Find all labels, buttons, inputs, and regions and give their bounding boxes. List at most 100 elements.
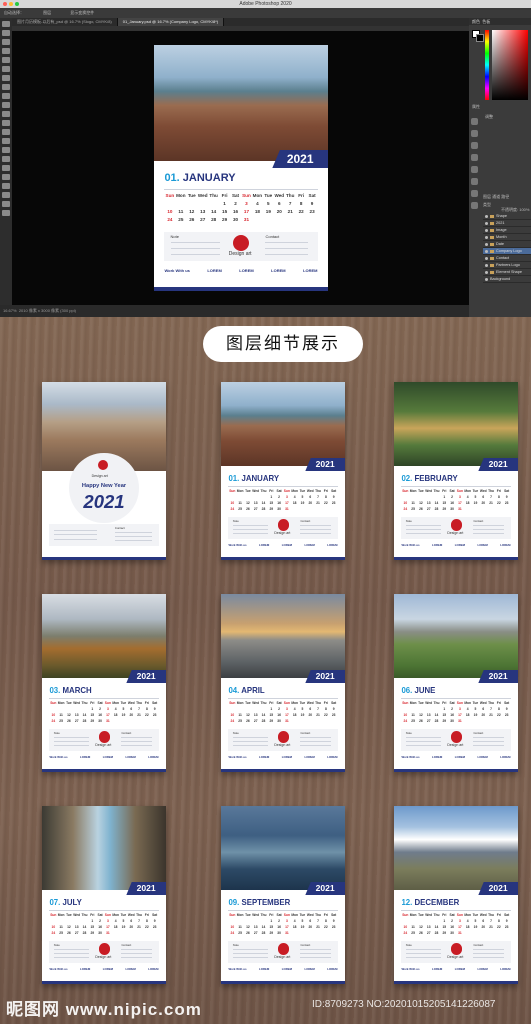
- eye-icon[interactable]: [485, 249, 488, 253]
- zoom-tool-icon[interactable]: [2, 201, 10, 207]
- move-tool-icon[interactable]: [2, 21, 10, 27]
- weekday-label: Sat: [97, 912, 103, 917]
- date-cell: 2: [451, 494, 453, 499]
- stamp-tool-icon[interactable]: [2, 102, 10, 108]
- minimize-icon[interactable]: [9, 2, 13, 6]
- healing-tool-icon[interactable]: [2, 84, 10, 90]
- marquee-tool-icon[interactable]: [2, 30, 10, 36]
- eyedropper-tool-icon[interactable]: [2, 75, 10, 81]
- layer-row[interactable]: Month: [483, 234, 531, 241]
- history-brush-tool-icon[interactable]: [2, 111, 10, 117]
- blur-tool-icon[interactable]: [2, 138, 10, 144]
- partner-logo: LOREM: [125, 755, 136, 760]
- contact-line: [114, 540, 152, 542]
- color-field[interactable]: [492, 30, 528, 100]
- path-select-tool-icon[interactable]: [2, 174, 10, 180]
- tab-paths[interactable]: 路径: [501, 194, 509, 199]
- layer-row[interactable]: Image: [483, 227, 531, 234]
- date-cell: 30: [232, 216, 239, 222]
- date-cell: 21: [137, 925, 141, 930]
- brush-tool-icon[interactable]: [2, 93, 10, 99]
- layer-row[interactable]: Partners Logo: [483, 262, 531, 269]
- option-show-transform[interactable]: 显示变换控件: [70, 10, 94, 15]
- eraser-tool-icon[interactable]: [2, 120, 10, 126]
- layer-row[interactable]: Date: [483, 241, 531, 248]
- document-canvas[interactable]: 2021 01. JANUARY Sun Mon Tue Wed Thu Fri Sat Sun M…: [12, 31, 469, 305]
- dodge-tool-icon[interactable]: [2, 147, 10, 153]
- shape-tool-icon[interactable]: [2, 183, 10, 189]
- date-cell: 3: [285, 918, 288, 923]
- date-cell: 15: [269, 925, 274, 930]
- brand-name: Design art: [274, 954, 291, 959]
- eye-icon[interactable]: [485, 235, 488, 239]
- contact-label: Contact: [121, 942, 132, 947]
- more-tool-icon[interactable]: [2, 210, 10, 216]
- month-name: SEPTEMBER: [241, 897, 291, 907]
- eye-icon[interactable]: [485, 256, 488, 260]
- contact-line: [121, 953, 152, 954]
- tab-swatches[interactable]: 色板: [482, 19, 490, 24]
- eye-icon[interactable]: [485, 270, 488, 274]
- tab-document-1[interactable]: 图片月历模板-以后有_psd @ 16.7% (Slogo, CMYK/8): [12, 18, 118, 26]
- note-contact-box: Note Design art Contact: [228, 941, 338, 963]
- layer-row[interactable]: Company Logo: [483, 248, 531, 255]
- styles-icon[interactable]: [471, 178, 478, 185]
- character-icon[interactable]: [471, 142, 478, 149]
- date-cell: 23: [152, 713, 157, 718]
- window-controls[interactable]: [3, 2, 19, 6]
- date-cell: 11: [238, 925, 242, 930]
- layer-row[interactable]: Element Shape: [483, 269, 531, 276]
- info-icon[interactable]: [471, 190, 478, 197]
- weekday-label: Sat: [449, 912, 455, 917]
- eye-icon[interactable]: [485, 228, 488, 232]
- option-layer[interactable]: 图层: [43, 10, 51, 15]
- eye-icon[interactable]: [485, 242, 488, 246]
- layer-row[interactable]: Contact: [483, 255, 531, 262]
- layer-row[interactable]: 2021: [483, 220, 531, 227]
- pen-tool-icon[interactable]: [2, 156, 10, 162]
- date-cell: 9: [505, 494, 508, 499]
- tab-channels[interactable]: 通道: [492, 194, 500, 199]
- eye-icon[interactable]: [485, 277, 488, 281]
- type-tool-icon[interactable]: [2, 165, 10, 171]
- calendar-artboard[interactable]: 2021 01. JANUARY Sun Mon Tue Wed Thu Fri Sat Sun M…: [154, 45, 328, 291]
- date-cell: 10: [403, 501, 408, 506]
- close-icon[interactable]: [3, 2, 7, 6]
- brush-icon[interactable]: [471, 130, 478, 137]
- eye-icon[interactable]: [485, 263, 488, 267]
- adjustments-tab[interactable]: 调整: [485, 114, 493, 120]
- date-cell: 29: [442, 931, 447, 936]
- zoom-icon[interactable]: [15, 2, 19, 6]
- color-panel-tabs[interactable]: 颜色 色板: [469, 18, 531, 25]
- eye-icon[interactable]: [485, 221, 488, 225]
- hue-slider[interactable]: [485, 30, 489, 100]
- adjust-icon[interactable]: [471, 166, 478, 173]
- option-auto-select[interactable]: 自动选择：: [4, 10, 24, 15]
- weekday-label: Wed: [306, 488, 314, 493]
- hand-tool-icon[interactable]: [2, 192, 10, 198]
- glyphs-icon[interactable]: [471, 202, 478, 209]
- layer-filter[interactable]: 类型: [483, 202, 491, 208]
- frame-tool-icon[interactable]: [2, 66, 10, 72]
- gradient-tool-icon[interactable]: [2, 129, 10, 135]
- eye-icon[interactable]: [485, 214, 488, 218]
- folder-icon: [490, 221, 494, 225]
- date-cell: 19: [473, 925, 478, 930]
- tab-layers[interactable]: 图层: [483, 194, 491, 199]
- lasso-tool-icon[interactable]: [2, 39, 10, 45]
- tab-document-2[interactable]: 01_January.psd @ 16.7% (Company Logo, CM…: [117, 18, 225, 26]
- brand-name: Design art: [447, 530, 464, 535]
- folder-icon: [490, 256, 494, 260]
- zoom-level[interactable]: 16.67%: [3, 308, 17, 313]
- paragraph-icon[interactable]: [471, 154, 478, 161]
- layer-row[interactable]: Shape: [483, 213, 531, 220]
- date-cell: [197, 201, 208, 206]
- tab-color[interactable]: 颜色: [472, 19, 480, 24]
- properties-tab[interactable]: 属性: [472, 104, 480, 110]
- background-color-swatch[interactable]: [476, 34, 484, 42]
- crop-tool-icon[interactable]: [2, 57, 10, 63]
- layer-row[interactable]: Background: [483, 276, 531, 283]
- quick-select-tool-icon[interactable]: [2, 48, 10, 54]
- history-icon[interactable]: [471, 118, 478, 125]
- date-cell: 30: [277, 507, 281, 512]
